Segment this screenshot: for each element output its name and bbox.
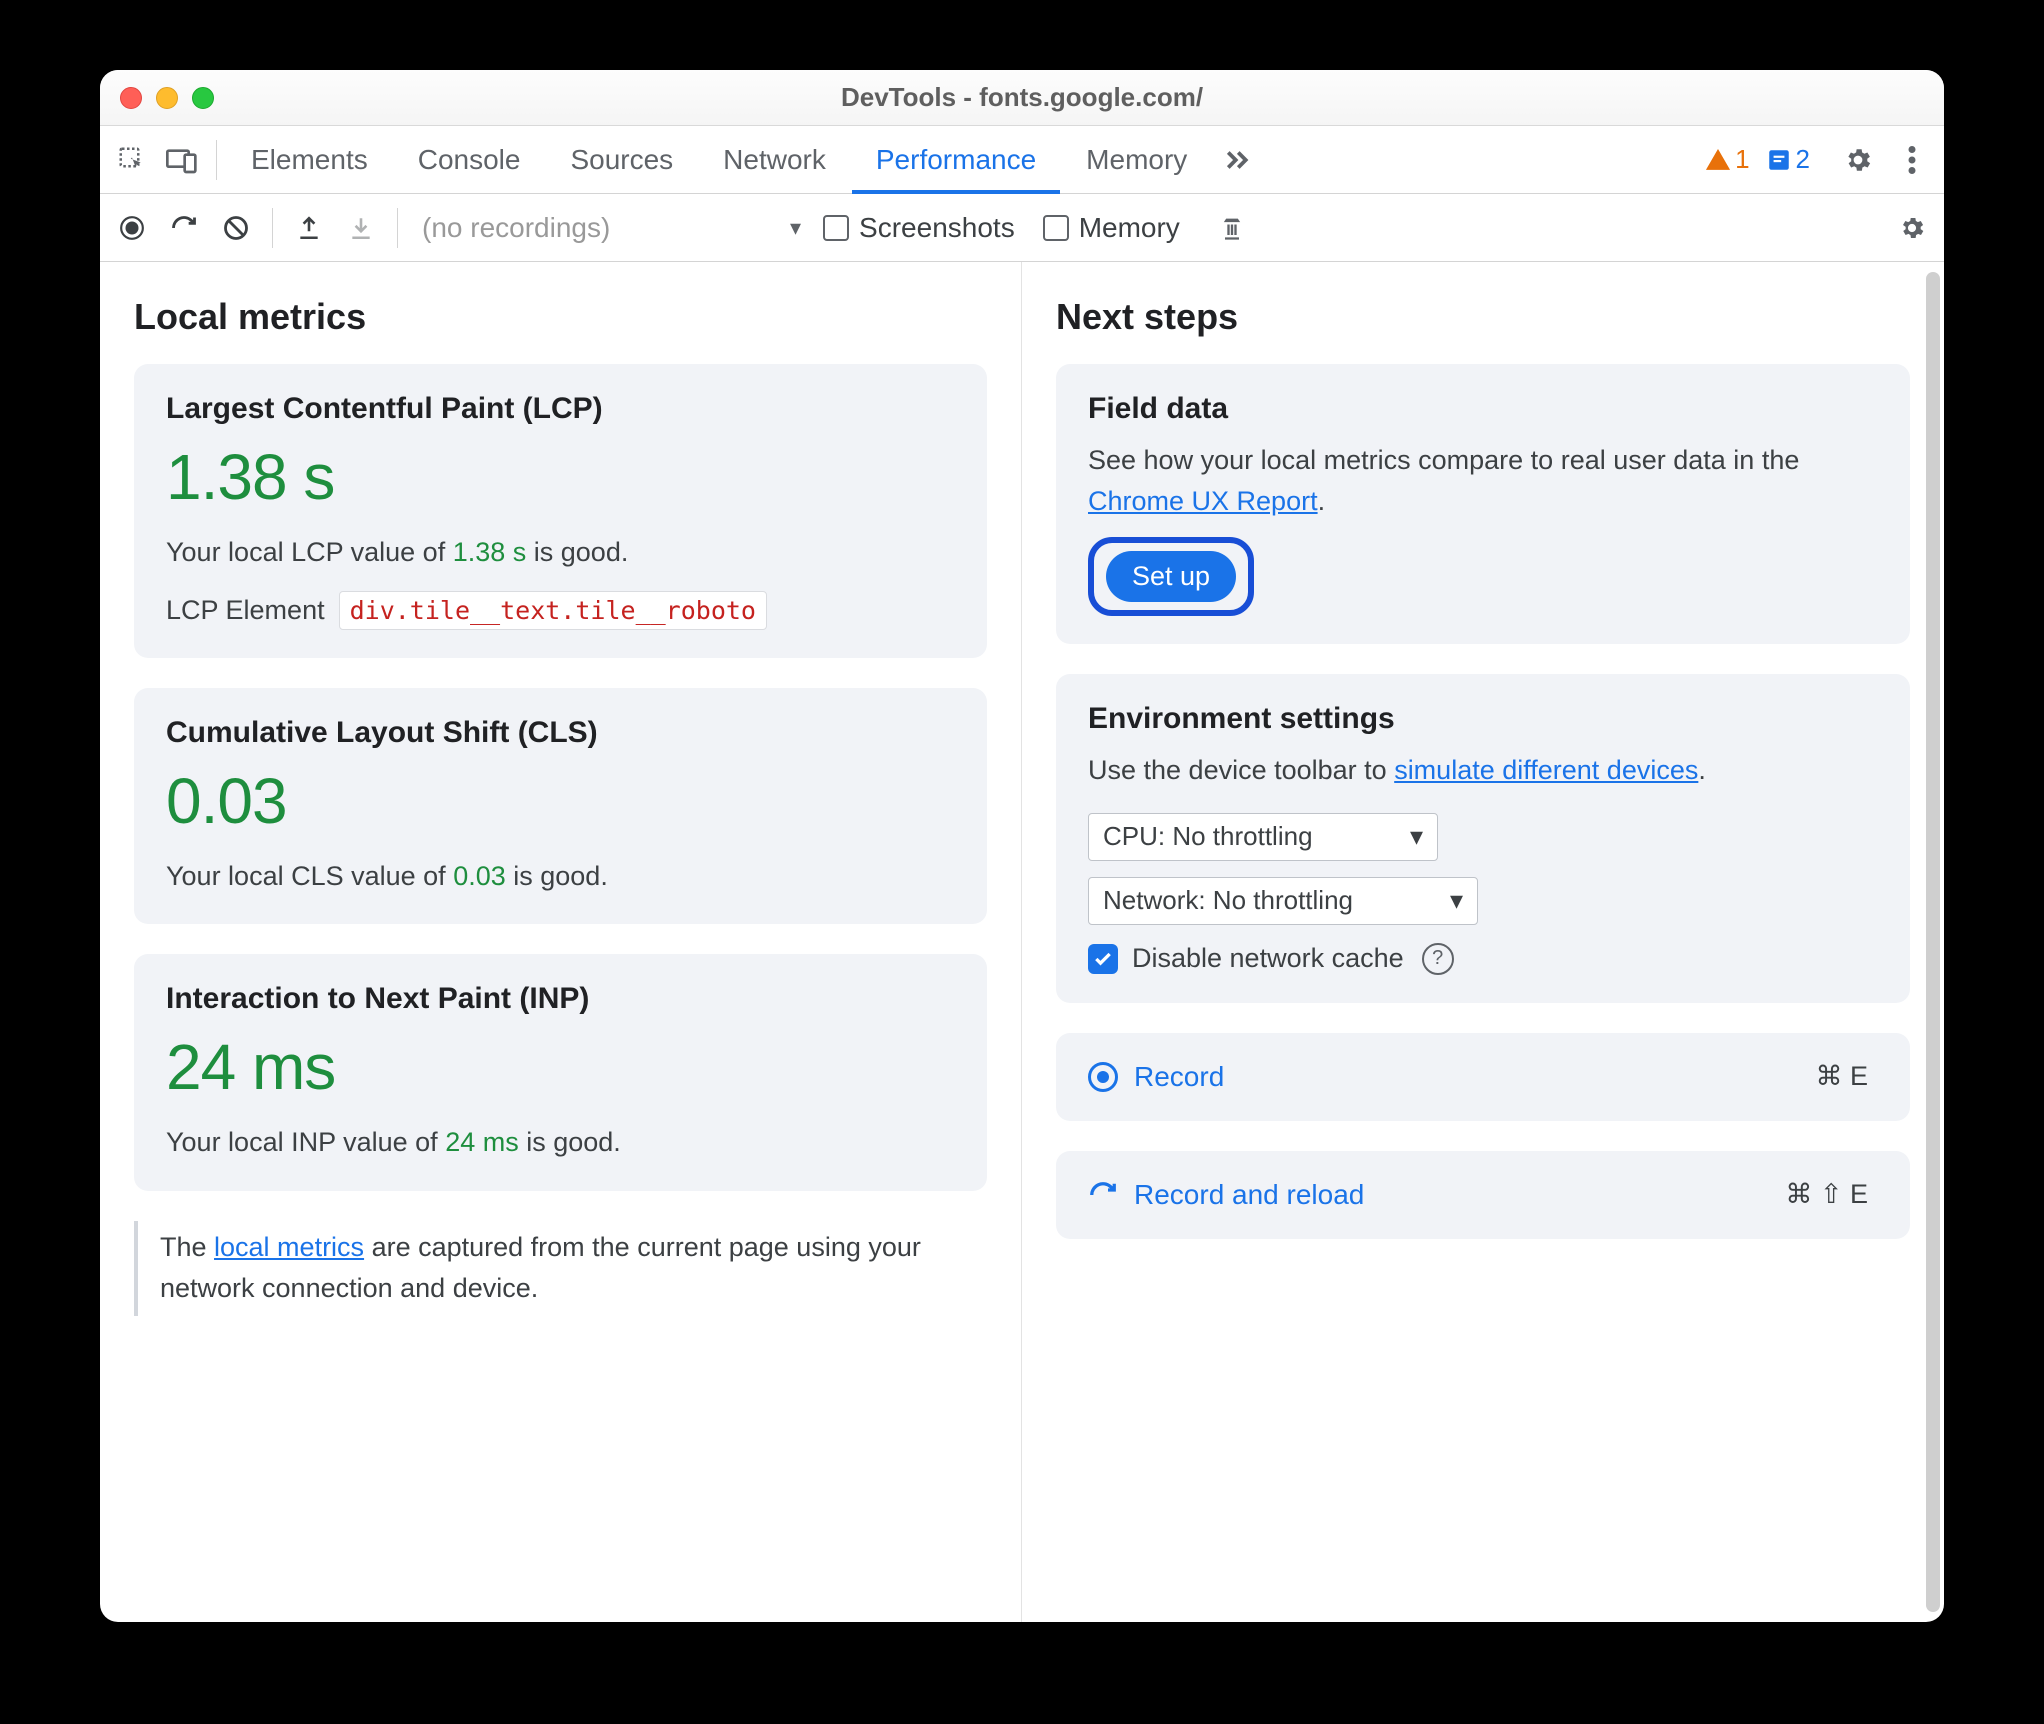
setup-button-highlight: Set up xyxy=(1088,537,1254,616)
inp-description: Your local INP value of 24 ms is good. xyxy=(166,1122,955,1163)
reload-icon xyxy=(1088,1180,1118,1210)
cls-card: Cumulative Layout Shift (CLS) 0.03 Your … xyxy=(134,688,987,925)
environment-title: Environment settings xyxy=(1088,702,1878,736)
local-metrics-link[interactable]: local metrics xyxy=(214,1232,364,1262)
tab-elements[interactable]: Elements xyxy=(227,126,392,194)
settings-icon[interactable] xyxy=(1834,136,1882,184)
tab-performance[interactable]: Performance xyxy=(852,126,1060,194)
disable-cache-checkbox[interactable] xyxy=(1088,944,1118,974)
cls-title: Cumulative Layout Shift (CLS) xyxy=(166,716,955,750)
issues-count: 2 xyxy=(1796,144,1810,175)
tab-sources[interactable]: Sources xyxy=(546,126,697,194)
field-data-card: Field data See how your local metrics co… xyxy=(1056,364,1910,644)
cls-value: 0.03 xyxy=(166,764,955,838)
performance-toolbar: (no recordings) ▾ Screenshots Memory xyxy=(100,194,1944,262)
lcp-element-selector[interactable]: div.tile__text.tile__roboto xyxy=(339,591,767,630)
local-metrics-heading: Local metrics xyxy=(134,296,987,338)
lcp-value: 1.38 s xyxy=(166,440,955,514)
lcp-title: Largest Contentful Paint (LCP) xyxy=(166,392,955,426)
field-data-description: See how your local metrics compare to re… xyxy=(1088,440,1878,521)
download-icon[interactable] xyxy=(337,204,385,252)
lcp-element-label: LCP Element xyxy=(166,595,325,626)
tab-network[interactable]: Network xyxy=(699,126,850,194)
inp-card: Interaction to Next Paint (INP) 24 ms Yo… xyxy=(134,954,987,1191)
memory-checkbox[interactable]: Memory xyxy=(1043,212,1180,244)
simulate-devices-link[interactable]: simulate different devices xyxy=(1394,755,1698,785)
screenshots-checkbox[interactable]: Screenshots xyxy=(823,212,1015,244)
more-tabs-icon[interactable] xyxy=(1213,136,1261,184)
environment-card: Environment settings Use the device tool… xyxy=(1056,674,1910,1003)
chevron-down-icon: ▾ xyxy=(1450,885,1463,916)
help-icon[interactable]: ? xyxy=(1422,943,1454,975)
inspect-icon[interactable] xyxy=(108,136,156,184)
tab-memory[interactable]: Memory xyxy=(1062,126,1211,194)
next-steps-heading: Next steps xyxy=(1056,296,1910,338)
warnings-count: 1 xyxy=(1735,144,1749,175)
chevron-down-icon: ▾ xyxy=(790,215,801,241)
chevron-down-icon: ▾ xyxy=(1410,821,1423,852)
record-reload-shortcut: ⌘ ⇧ E xyxy=(1785,1179,1868,1210)
content-area: Local metrics Largest Contentful Paint (… xyxy=(100,262,1944,1622)
crux-link[interactable]: Chrome UX Report xyxy=(1088,486,1318,516)
inp-value: 24 ms xyxy=(166,1030,955,1104)
memory-label: Memory xyxy=(1079,212,1180,244)
local-metrics-column: Local metrics Largest Contentful Paint (… xyxy=(100,262,1022,1622)
network-throttling-select[interactable]: Network: No throttling ▾ xyxy=(1088,877,1478,925)
garbage-collect-icon[interactable] xyxy=(1208,204,1256,252)
window-title: DevTools - fonts.google.com/ xyxy=(100,82,1944,113)
record-card[interactable]: Record ⌘ E xyxy=(1056,1033,1910,1121)
record-icon xyxy=(1088,1062,1118,1092)
record-reload-label: Record and reload xyxy=(1134,1179,1364,1211)
warnings-badge[interactable]: 1 xyxy=(1705,144,1749,175)
devtools-window: DevTools - fonts.google.com/ Elements Co… xyxy=(100,70,1944,1622)
kebab-menu-icon[interactable] xyxy=(1888,136,1936,184)
cpu-throttling-select[interactable]: CPU: No throttling ▾ xyxy=(1088,813,1438,861)
divider xyxy=(272,208,273,248)
setup-button[interactable]: Set up xyxy=(1106,551,1236,602)
field-data-title: Field data xyxy=(1088,392,1878,426)
tab-console[interactable]: Console xyxy=(394,126,545,194)
divider xyxy=(216,140,217,180)
lcp-card: Largest Contentful Paint (LCP) 1.38 s Yo… xyxy=(134,364,987,658)
device-toolbar-icon[interactable] xyxy=(158,136,206,184)
panel-settings-icon[interactable] xyxy=(1888,204,1936,252)
next-steps-column: Next steps Field data See how your local… xyxy=(1022,262,1944,1622)
lcp-description: Your local LCP value of 1.38 s is good. xyxy=(166,532,955,573)
record-reload-card[interactable]: Record and reload ⌘ ⇧ E xyxy=(1056,1151,1910,1239)
cls-description: Your local CLS value of 0.03 is good. xyxy=(166,856,955,897)
clear-icon[interactable] xyxy=(212,204,260,252)
inp-title: Interaction to Next Paint (INP) xyxy=(166,982,955,1016)
record-label: Record xyxy=(1134,1061,1224,1093)
environment-description: Use the device toolbar to simulate diffe… xyxy=(1088,750,1878,791)
disable-cache-label: Disable network cache xyxy=(1132,943,1404,974)
record-shortcut: ⌘ E xyxy=(1815,1061,1868,1092)
titlebar: DevTools - fonts.google.com/ xyxy=(100,70,1944,126)
main-tabs: Elements Console Sources Network Perform… xyxy=(100,126,1944,194)
upload-icon[interactable] xyxy=(285,204,333,252)
divider xyxy=(397,208,398,248)
record-icon[interactable] xyxy=(108,204,156,252)
recordings-dropdown[interactable]: (no recordings) xyxy=(410,212,790,244)
screenshots-label: Screenshots xyxy=(859,212,1015,244)
reload-icon[interactable] xyxy=(160,204,208,252)
local-metrics-note: The local metrics are captured from the … xyxy=(134,1221,987,1317)
issues-badge[interactable]: 2 xyxy=(1766,144,1810,175)
